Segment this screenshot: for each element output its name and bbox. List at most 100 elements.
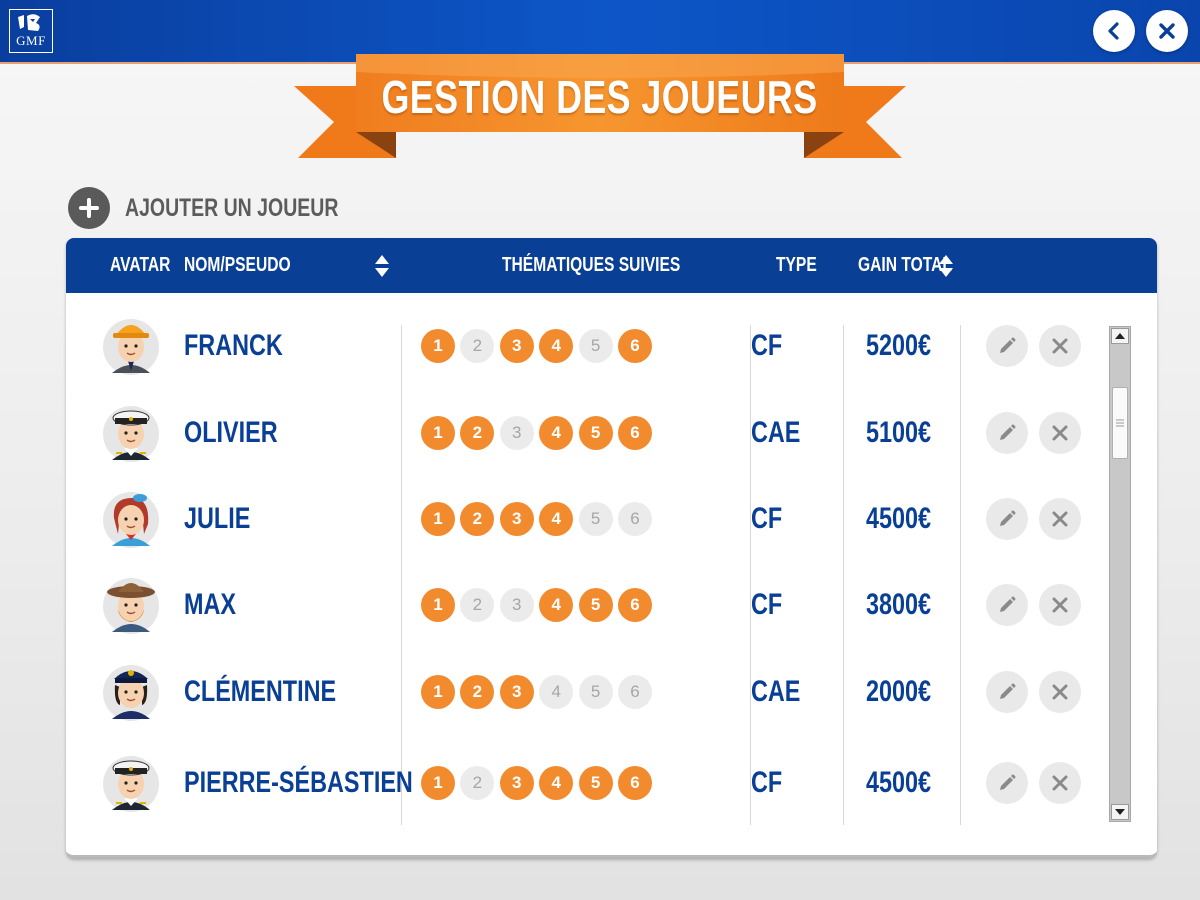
- back-button[interactable]: [1093, 10, 1135, 52]
- theme-badge-4: 4: [539, 588, 574, 622]
- theme-badge-2: 2: [460, 588, 495, 622]
- theme-badges: 123456: [421, 416, 657, 450]
- header-type: TYPE: [776, 254, 817, 276]
- theme-badge-2: 2: [460, 675, 495, 709]
- close-button[interactable]: [1146, 10, 1188, 52]
- table-row: CLÉMENTINE 1 2 3 4 5 6 CAE 2000€: [66, 657, 1106, 743]
- sort-arrows-icon[interactable]: [938, 254, 954, 278]
- theme-badge-5: 5: [578, 502, 613, 536]
- theme-badge-4: 4: [539, 766, 574, 800]
- close-icon: [1159, 23, 1175, 39]
- theme-badge-1: 1: [421, 766, 455, 800]
- player-type: CF: [751, 766, 783, 799]
- edit-player-button[interactable]: [986, 584, 1028, 626]
- close-icon: [1052, 597, 1068, 613]
- pencil-icon: [1000, 337, 1016, 353]
- players-table: AVATAR NOM/PSEUDO THÉMATIQUES SUIVIES TY…: [66, 238, 1157, 858]
- theme-badge-4: 4: [539, 675, 574, 709]
- pencil-icon: [1000, 424, 1016, 440]
- theme-badge-2: 2: [460, 766, 495, 800]
- theme-badge-3: 3: [499, 766, 534, 800]
- theme-badge-6: 6: [617, 675, 652, 709]
- theme-badge-1: 1: [421, 675, 455, 709]
- player-name: MAX: [184, 588, 237, 621]
- table-row: JULIE 1 2 3 4 5 6 CF 4500€: [66, 484, 1106, 570]
- edit-player-button[interactable]: [986, 671, 1028, 713]
- table-row: OLIVIER 1 2 3 4 5 6 CAE 5100€: [66, 398, 1106, 484]
- header-gain[interactable]: GAIN TOTAL: [858, 238, 978, 293]
- theme-badge-5: 5: [578, 416, 613, 450]
- delete-player-button[interactable]: [1039, 584, 1081, 626]
- theme-badge-4: 4: [539, 502, 574, 536]
- close-icon: [1052, 684, 1068, 700]
- player-gain: 2000€: [866, 675, 932, 708]
- theme-badge-2: 2: [460, 502, 495, 536]
- theme-badges: 123456: [421, 766, 657, 800]
- delete-player-button[interactable]: [1039, 671, 1081, 713]
- theme-badge-1: 1: [421, 329, 455, 363]
- pencil-icon: [1000, 596, 1016, 612]
- player-gain: 5100€: [866, 416, 932, 449]
- player-gain: 4500€: [866, 766, 932, 799]
- close-icon: [1052, 338, 1068, 354]
- add-player-label: AJOUTER UN JOUEUR: [125, 193, 339, 222]
- arrow-up-icon: [1115, 333, 1125, 339]
- theme-badge-3: 3: [499, 502, 534, 536]
- theme-badge-6: 6: [617, 502, 652, 536]
- title-ribbon: GESTION DES JOUEURS: [290, 50, 910, 165]
- edit-player-button[interactable]: [986, 412, 1028, 454]
- edit-player-button[interactable]: [986, 498, 1028, 540]
- theme-badge-3: 3: [499, 329, 534, 363]
- theme-badge-4: 4: [539, 329, 574, 363]
- close-icon: [1052, 425, 1068, 441]
- theme-badge-6: 6: [617, 416, 652, 450]
- player-gain: 3800€: [866, 588, 932, 621]
- plus-icon: [68, 187, 110, 229]
- edit-player-button[interactable]: [986, 325, 1028, 367]
- pencil-icon: [1000, 774, 1016, 790]
- theme-badge-3: 3: [499, 588, 534, 622]
- theme-badge-1: 1: [421, 588, 455, 622]
- player-type: CF: [751, 588, 783, 621]
- logo-text: GMF: [16, 33, 46, 48]
- theme-badge-3: 3: [499, 675, 534, 709]
- edit-player-button[interactable]: [986, 762, 1028, 804]
- page-title: GESTION DES JOUEURS: [381, 71, 819, 123]
- theme-badges: 123456: [421, 675, 657, 709]
- police-officer-avatar: [102, 657, 160, 727]
- delete-player-button[interactable]: [1039, 498, 1081, 540]
- theme-badge-6: 6: [617, 329, 652, 363]
- delete-player-button[interactable]: [1039, 412, 1081, 454]
- header-avatar: AVATAR: [110, 254, 171, 276]
- player-gain: 4500€: [866, 502, 932, 535]
- theme-badges: 123456: [421, 588, 657, 622]
- pilot-avatar: [102, 748, 160, 818]
- theme-badge-2: 2: [460, 329, 495, 363]
- player-gain: 5200€: [866, 329, 932, 362]
- theme-badge-6: 6: [617, 588, 652, 622]
- theme-badge-2: 2: [460, 416, 495, 450]
- player-name: CLÉMENTINE: [184, 675, 337, 708]
- theme-badge-4: 4: [539, 416, 574, 450]
- scroll-down-button[interactable]: [1111, 804, 1129, 820]
- pilot-avatar: [102, 398, 160, 468]
- add-player-button[interactable]: AJOUTER UN JOUEUR: [68, 187, 399, 229]
- scroll-up-button[interactable]: [1111, 328, 1129, 344]
- gmf-logo: GMF: [9, 9, 53, 53]
- chevron-left-icon: [1108, 22, 1119, 40]
- table-row: FRANCK 1 2 3 4 5 6 CF 5200€: [66, 311, 1106, 397]
- header-themes: THÉMATIQUES SUIVIES: [502, 254, 681, 276]
- worker-hardhat-avatar: [102, 311, 160, 381]
- theme-badge-5: 5: [578, 766, 613, 800]
- sort-arrows-icon[interactable]: [374, 254, 390, 278]
- table-header: AVATAR NOM/PSEUDO THÉMATIQUES SUIVIES TY…: [66, 238, 1157, 293]
- table-scrollbar[interactable]: [1109, 326, 1131, 822]
- header-name[interactable]: NOM/PSEUDO: [184, 238, 321, 293]
- player-name: OLIVIER: [184, 416, 278, 449]
- logo-emblem-icon: [18, 14, 40, 32]
- theme-badges: 123456: [421, 502, 657, 536]
- pencil-icon: [1000, 510, 1016, 526]
- delete-player-button[interactable]: [1039, 762, 1081, 804]
- delete-player-button[interactable]: [1039, 325, 1081, 367]
- scroll-thumb[interactable]: [1112, 387, 1128, 459]
